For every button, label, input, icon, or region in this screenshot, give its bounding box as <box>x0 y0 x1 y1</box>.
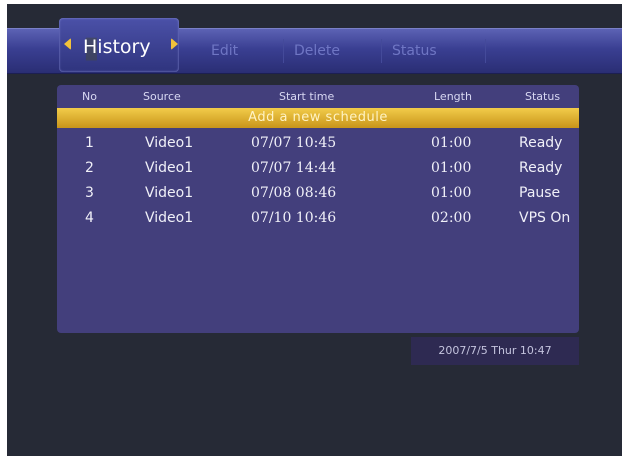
cell-length: 02:00 <box>431 210 472 226</box>
cell-no: 4 <box>85 210 94 226</box>
cell-status: Ready <box>519 160 563 176</box>
header-no: No <box>82 90 97 103</box>
tab-edit[interactable]: Edit <box>201 39 261 63</box>
table-row[interactable]: 4 Video1 07/10 10:46 02:00 VPS On <box>57 207 579 229</box>
tab-status[interactable]: Status <box>381 39 487 63</box>
tab-history-label: History <box>83 36 151 58</box>
arrow-left-icon[interactable] <box>64 38 71 50</box>
cell-source: Video1 <box>145 210 194 226</box>
cell-start-time: 07/07 14:44 <box>251 160 337 176</box>
tv-screen: Edit Delete Status ▮ History No Source S… <box>7 4 622 456</box>
cell-status: VPS On <box>519 210 571 226</box>
cell-no: 2 <box>85 160 94 176</box>
cell-source: Video1 <box>145 135 194 151</box>
cell-length: 01:00 <box>431 135 472 151</box>
cell-source: Video1 <box>145 185 194 201</box>
table-row[interactable]: 1 Video1 07/07 10:45 01:00 Ready <box>57 132 579 154</box>
header-source: Source <box>143 90 181 103</box>
header-status: Status <box>525 90 561 103</box>
add-new-schedule-button[interactable]: Add a new schedule <box>57 108 579 128</box>
cell-status: Ready <box>519 135 563 151</box>
cell-length: 01:00 <box>431 185 472 201</box>
header-length: Length <box>434 90 472 103</box>
cell-source: Video1 <box>145 160 194 176</box>
header-start-time: Start time <box>279 90 335 103</box>
schedule-list-panel: No Source Start time Length Status Add a… <box>57 85 579 333</box>
datetime-display: 2007/7/5 Thur 10:47 <box>411 337 579 365</box>
table-row[interactable]: 3 Video1 07/08 08:46 01:00 Pause <box>57 182 579 204</box>
table-row[interactable]: 2 Video1 07/07 14:44 01:00 Ready <box>57 157 579 179</box>
cell-start-time: 07/07 10:45 <box>251 135 337 151</box>
tab-empty <box>485 39 556 63</box>
tab-history[interactable]: ▮ History <box>59 18 179 72</box>
cell-status: Pause <box>519 185 561 201</box>
cell-start-time: 07/08 08:46 <box>251 185 337 201</box>
cell-length: 01:00 <box>431 160 472 176</box>
arrow-right-icon[interactable] <box>171 38 178 50</box>
cell-no: 3 <box>85 185 94 201</box>
tab-delete[interactable]: Delete <box>283 39 384 63</box>
cell-no: 1 <box>85 135 94 151</box>
cell-start-time: 07/10 10:46 <box>251 210 337 226</box>
